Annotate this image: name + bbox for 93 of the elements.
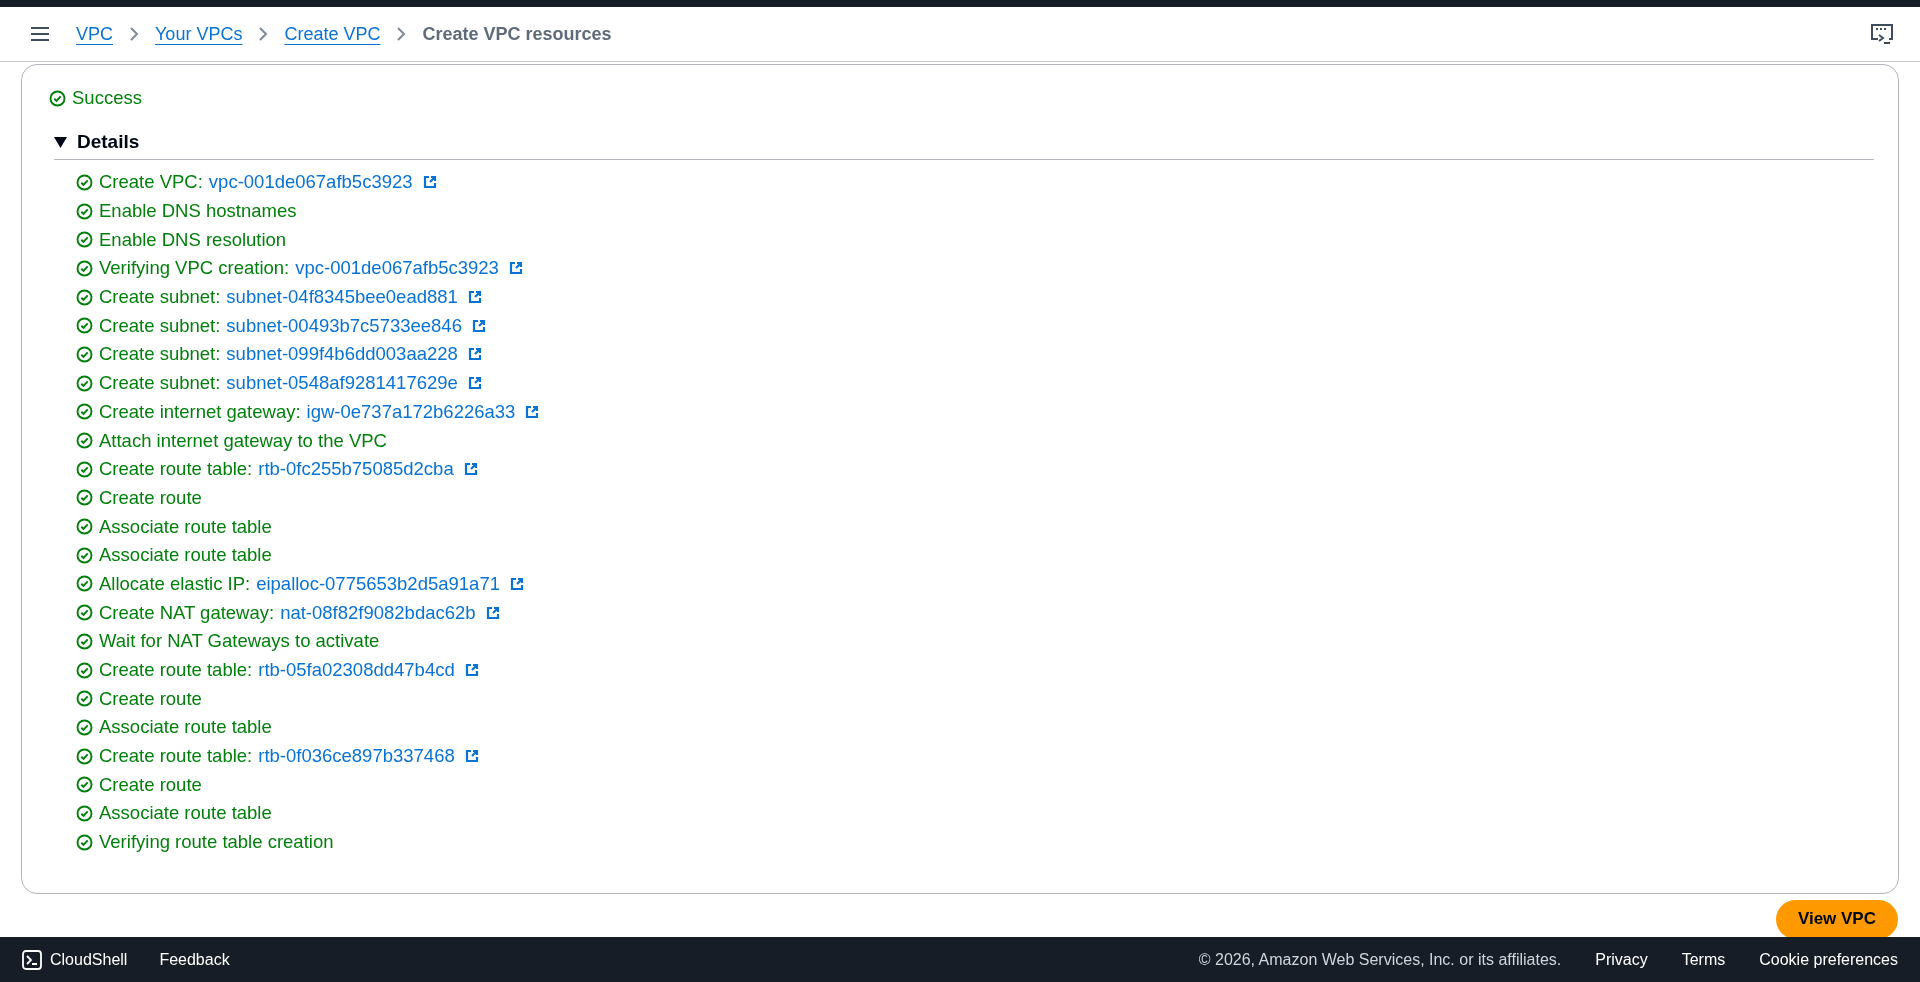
external-link-icon[interactable] [525, 404, 540, 419]
cloudshell-link[interactable]: CloudShell [22, 949, 128, 970]
external-link-icon[interactable] [508, 261, 523, 276]
step-text: Attach internet gateway to the VPC [99, 429, 387, 452]
terminal-icon [22, 949, 42, 970]
external-link-icon[interactable] [509, 576, 524, 591]
success-icon [76, 690, 93, 708]
resource-link[interactable]: subnet-099f4b6dd003aa228 [226, 343, 458, 366]
external-link-icon[interactable] [467, 290, 482, 305]
success-icon [76, 489, 93, 507]
step-text: Create subnet: [99, 372, 221, 395]
details-toggle[interactable]: Details [54, 131, 1874, 160]
external-link-icon[interactable] [422, 175, 437, 190]
view-vpc-button[interactable]: View VPC [1775, 900, 1898, 939]
success-icon [76, 173, 93, 191]
success-icon [76, 288, 93, 306]
success-icon [76, 661, 93, 679]
step-text: Create route [99, 687, 202, 710]
success-icon [76, 546, 93, 564]
chevron-right-icon [129, 26, 139, 42]
resource-link[interactable]: subnet-0548af9281417629e [226, 372, 458, 395]
step-text: Create NAT gateway: [99, 601, 275, 624]
step-text: Create route table: [99, 659, 253, 682]
success-icon [76, 833, 93, 851]
success-icon [76, 259, 93, 277]
success-icon [76, 632, 93, 650]
resource-link[interactable]: rtb-0fc255b75085d2cba [258, 458, 454, 481]
footer-link[interactable]: Terms [1681, 950, 1726, 969]
success-icon [76, 518, 93, 536]
resource-link[interactable]: vpc-001de067afb5c3923 [295, 257, 499, 280]
chevron-right-icon [258, 26, 269, 42]
step-text: Enable DNS resolution [99, 228, 287, 251]
external-link-icon[interactable] [467, 347, 482, 362]
feedback-link[interactable]: Feedback [159, 950, 230, 969]
step-text: Create route [99, 773, 202, 796]
success-icon [76, 604, 93, 622]
footer-link[interactable]: Privacy [1595, 950, 1648, 969]
step-text: Verifying VPC creation: [99, 257, 290, 280]
status-text: Success [72, 87, 142, 109]
step-text: Create route [99, 486, 202, 509]
external-link-icon[interactable] [464, 663, 479, 678]
resource-link[interactable]: vpc-001de067afb5c3923 [208, 171, 413, 194]
copyright-text: © 2026, Amazon Web Services, Inc. or its affiliates. [1198, 950, 1562, 969]
step-text: Create route table: [99, 458, 253, 481]
success-icon [76, 575, 93, 593]
success-icon [76, 804, 93, 822]
step-text: Verifying route table creation [99, 831, 334, 854]
terminal-icon[interactable] [1870, 23, 1894, 45]
step-text: Associate route table [99, 716, 272, 739]
external-link-icon[interactable] [467, 376, 482, 391]
step-text: Create subnet: [99, 343, 221, 366]
success-icon [76, 747, 93, 765]
success-icon [76, 374, 93, 392]
external-link-icon[interactable] [463, 462, 478, 477]
resource-link[interactable]: igw-0e737a172b6226a33 [306, 400, 516, 423]
footer-link[interactable]: Cookie preferences [1759, 950, 1898, 969]
success-icon [76, 231, 93, 249]
step-text: Create subnet: [99, 314, 221, 337]
step-text: Create VPC: [99, 171, 203, 194]
success-icon [76, 202, 93, 220]
success-icon [76, 718, 93, 736]
step-text: Create subnet: [99, 286, 221, 309]
success-icon [49, 89, 66, 107]
breadcrumb-link[interactable]: Your VPCs [155, 23, 243, 45]
success-icon [76, 403, 93, 421]
success-icon [76, 432, 93, 450]
breadcrumb-link[interactable]: Create VPC [284, 23, 381, 45]
step-text: Allocate elastic IP: [99, 572, 251, 595]
success-icon [76, 776, 93, 794]
resource-link[interactable]: rtb-05fa02308dd47b4cd [258, 659, 455, 682]
step-text: Create internet gateway: [99, 400, 301, 423]
success-icon [76, 345, 93, 363]
external-link-icon[interactable] [485, 605, 500, 620]
step-text: Associate route table [99, 802, 272, 825]
resource-link[interactable]: rtb-0f036ce897b337468 [258, 745, 455, 768]
menu-icon[interactable] [30, 26, 50, 42]
step-text: Create route table: [99, 745, 253, 768]
resource-link[interactable]: subnet-00493b7c5733ee846 [226, 314, 462, 337]
breadcrumb-current: Create VPC resources [422, 23, 612, 45]
external-link-icon[interactable] [471, 318, 486, 333]
step-text: Associate route table [99, 515, 272, 538]
success-icon [76, 317, 93, 335]
resource-link[interactable]: nat-08f82f9082bdac62b [280, 601, 476, 624]
chevron-right-icon [396, 26, 407, 42]
resource-link[interactable]: subnet-04f8345bee0ead881 [226, 286, 458, 309]
step-text: Associate route table [99, 544, 272, 567]
breadcrumb-link[interactable]: VPC [76, 23, 113, 45]
step-text: Enable DNS hostnames [99, 200, 297, 223]
external-link-icon[interactable] [464, 749, 479, 764]
step-text: Wait for NAT Gateways to activate [99, 630, 380, 653]
resource-link[interactable]: eipalloc-0775653b2d5a91a71 [256, 572, 500, 595]
success-icon [76, 460, 93, 478]
caret-down-icon [54, 136, 67, 148]
